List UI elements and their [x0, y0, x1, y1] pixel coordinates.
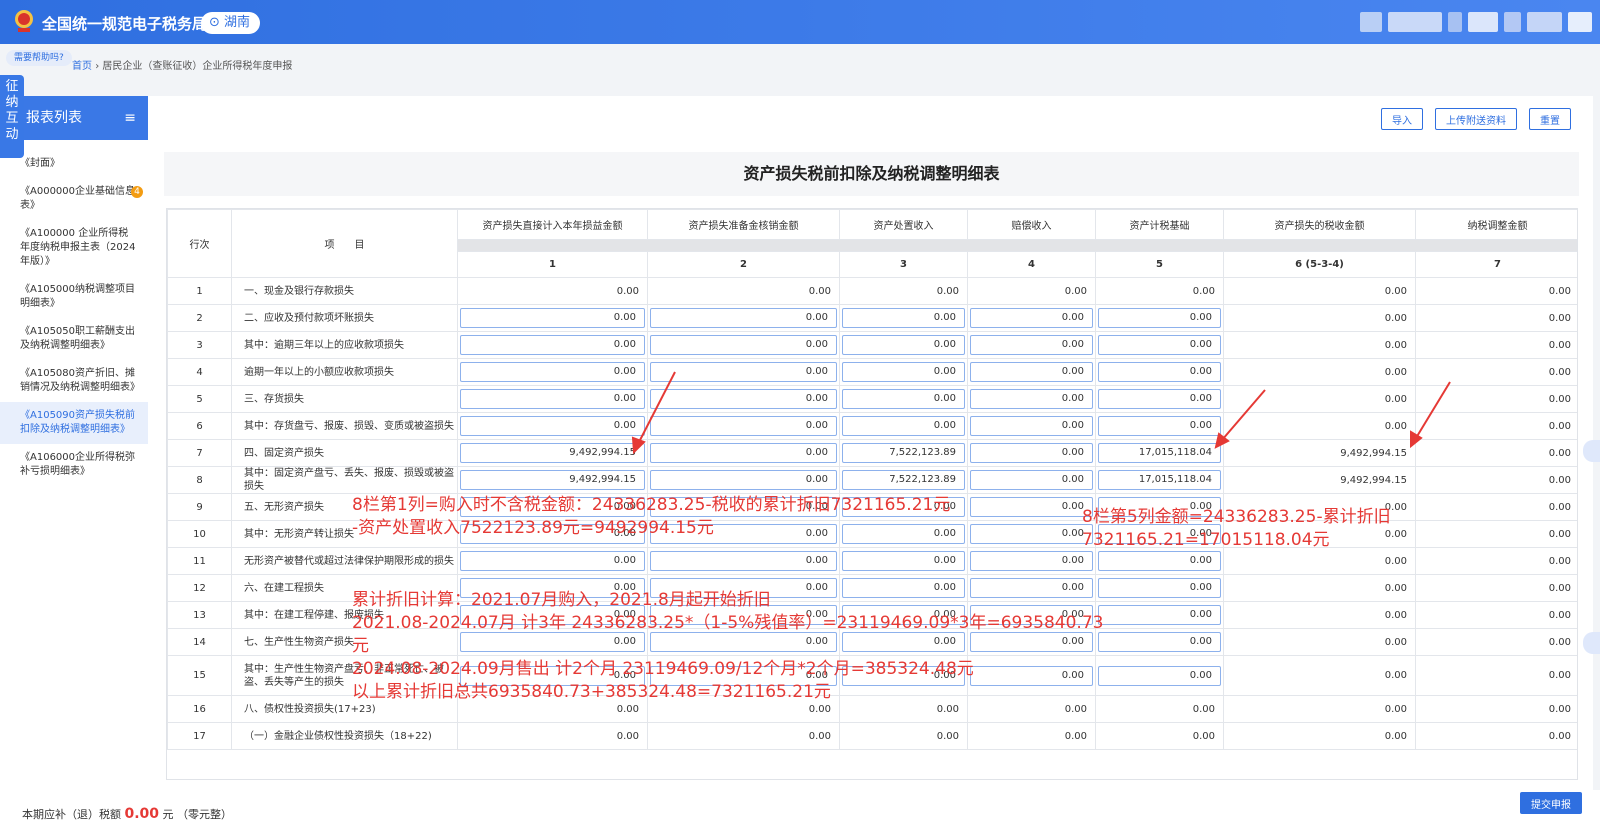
annotation-arrows	[631, 371, 1451, 455]
arrow-col1	[637, 371, 676, 445]
arrow-col6	[1415, 381, 1451, 439]
arrow-col5	[1221, 389, 1266, 441]
